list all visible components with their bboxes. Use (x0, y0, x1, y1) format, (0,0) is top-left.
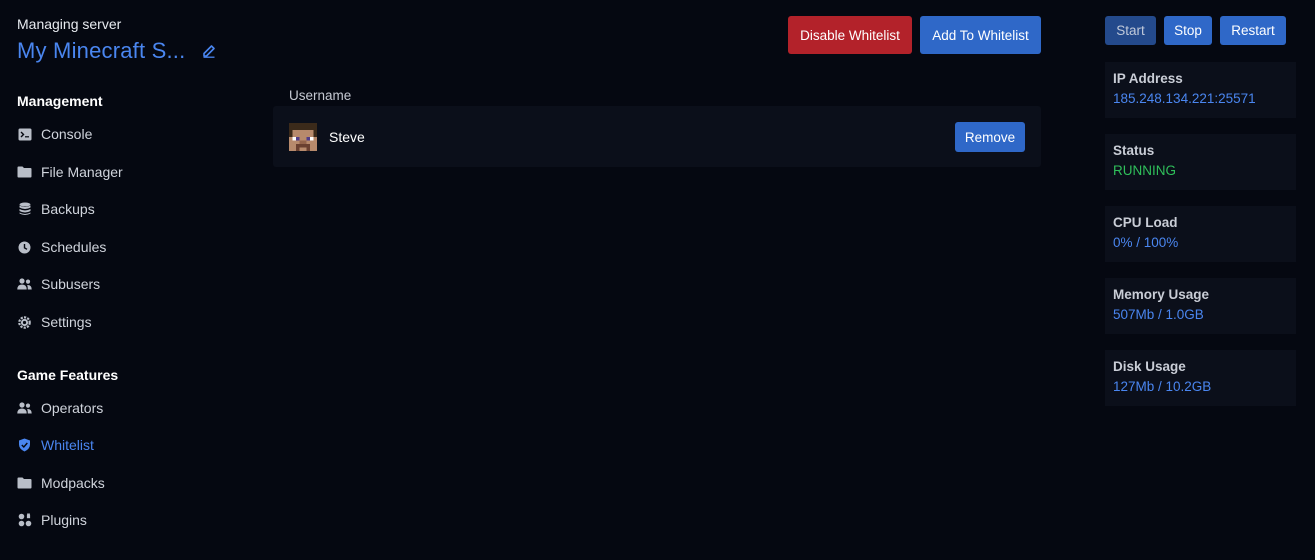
sidebar-item-backups[interactable]: Backups (17, 199, 95, 219)
sidebar-item-label: Modpacks (41, 475, 105, 491)
stat-value: 507Mb / 1.0GB (1113, 307, 1204, 322)
sidebar-item-settings[interactable]: Settings (17, 312, 92, 332)
username-cell: Steve (329, 129, 365, 145)
add-to-whitelist-button[interactable]: Add To Whitelist (920, 16, 1041, 54)
stat-card-memory-usage: Memory Usage 507Mb / 1.0GB (1105, 278, 1296, 334)
sidebar-item-subusers[interactable]: Subusers (17, 274, 100, 294)
stat-label: Memory Usage (1113, 287, 1210, 302)
sidebar-item-label: Plugins (41, 512, 87, 528)
stat-label: Disk Usage (1113, 359, 1186, 374)
clock-icon (17, 240, 32, 255)
server-name: My Minecraft S... (17, 38, 186, 63)
stat-card-cpu-load: CPU Load 0% / 100% (1105, 206, 1296, 262)
sidebar-item-label: Settings (41, 314, 92, 330)
status-value: RUNNING (1113, 163, 1176, 178)
stat-value: 185.248.134.221:25571 (1113, 91, 1256, 106)
remove-button[interactable]: Remove (955, 122, 1025, 152)
player-avatar (289, 123, 317, 151)
stat-card-status: Status RUNNING (1105, 134, 1296, 190)
restart-button[interactable]: Restart (1220, 16, 1286, 45)
sidebar-item-file-manager[interactable]: File Manager (17, 162, 123, 182)
sidebar-item-label: Backups (41, 201, 95, 217)
edit-icon[interactable] (201, 43, 217, 59)
server-header: Managing server My Minecraft S... (17, 16, 217, 64)
sidebar-item-label: Whitelist (41, 437, 94, 453)
sidebar-item-label: Subusers (41, 276, 101, 292)
stat-label: Status (1113, 143, 1155, 158)
stop-button[interactable]: Stop (1164, 16, 1212, 45)
console-icon (17, 127, 32, 142)
users-icon (17, 277, 32, 292)
sidebar-item-operators[interactable]: Operators (17, 398, 103, 418)
disable-whitelist-button[interactable]: Disable Whitelist (788, 16, 912, 54)
shield-icon (17, 438, 32, 453)
puzzle-icon (17, 513, 32, 528)
sidebar-item-modpacks[interactable]: Modpacks (17, 473, 105, 493)
section-title-management: Management (17, 93, 103, 109)
section-title-game-features: Game Features (17, 367, 119, 383)
users-icon (17, 401, 32, 416)
username-column-header: Username (289, 88, 352, 103)
sidebar-item-label: Schedules (41, 239, 107, 255)
server-subtitle: Managing server (17, 16, 122, 32)
stat-value: 0% / 100% (1113, 235, 1179, 250)
folder-icon (17, 165, 32, 180)
sidebar-item-whitelist[interactable]: Whitelist (17, 435, 94, 455)
stat-value: 127Mb / 10.2GB (1113, 379, 1212, 394)
start-button[interactable]: Start (1105, 16, 1156, 45)
sidebar-item-schedules[interactable]: Schedules (17, 237, 106, 257)
stat-label: CPU Load (1113, 215, 1178, 230)
sidebar-item-label: Operators (41, 400, 104, 416)
stat-card-disk-usage: Disk Usage 127Mb / 10.2GB (1105, 350, 1296, 406)
server-name-row: My Minecraft S... (17, 38, 217, 64)
sidebar-item-console[interactable]: Console (17, 124, 92, 144)
stat-label: IP Address (1113, 71, 1183, 86)
sidebar-item-plugins[interactable]: Plugins (17, 510, 87, 530)
sidebar-item-label: File Manager (41, 164, 123, 180)
table-row: Steve Remove (273, 106, 1041, 167)
sidebar-item-label: Console (41, 126, 93, 142)
sidebar: Managing server My Minecraft S... Manage… (0, 0, 250, 560)
database-icon (17, 202, 32, 217)
gear-icon (17, 315, 32, 330)
stat-card-ip-address: IP Address 185.248.134.221:25571 (1105, 62, 1296, 118)
folder-icon (17, 476, 32, 491)
